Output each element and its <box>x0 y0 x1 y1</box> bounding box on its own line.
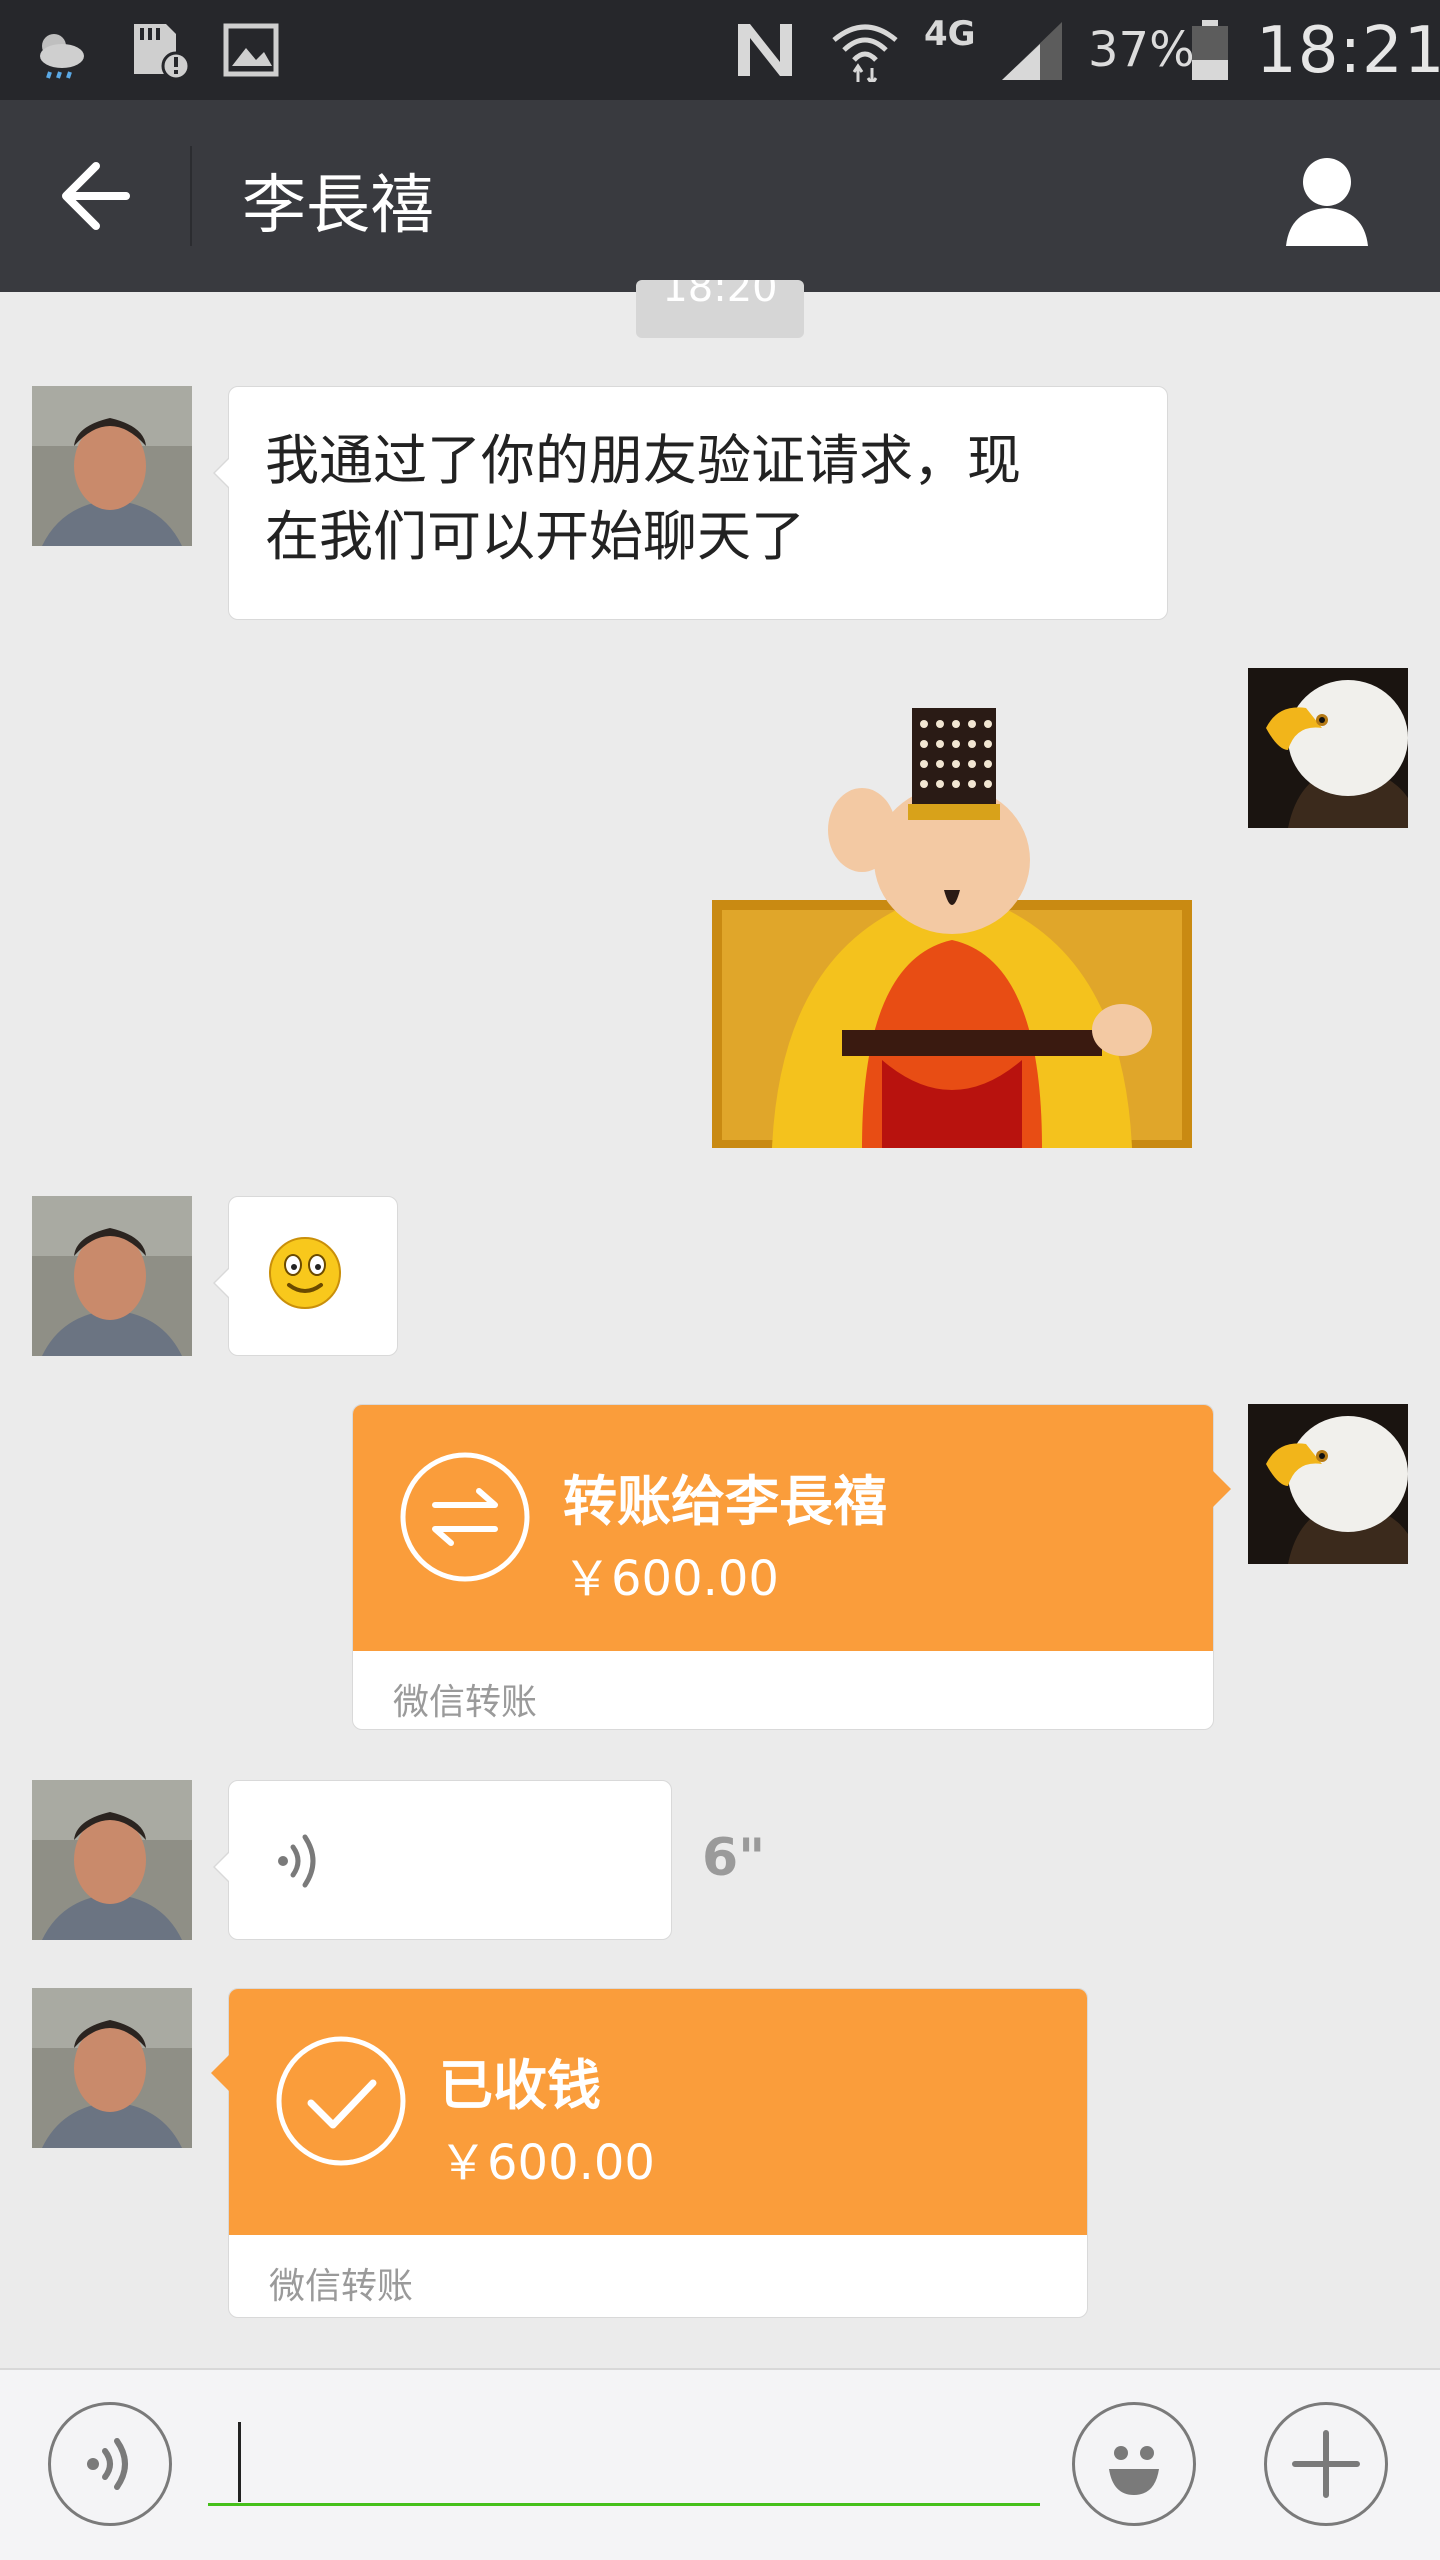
transfer-card-header: 转账给李長禧 ￥600.00 <box>353 1405 1213 1651</box>
message-text-line: 我通过了你的朋友验证请求，现 <box>265 429 1021 492</box>
contact-avatar[interactable] <box>32 1780 192 1940</box>
battery-icon <box>1192 20 1228 80</box>
transfer-title: 已收钱 <box>439 2054 601 2117</box>
transfer-arrows-icon <box>400 1452 530 1582</box>
voice-message-bubble[interactable] <box>213 1780 672 1940</box>
transfer-received-card[interactable]: 已收钱 ￥600.00 微信转账 <box>211 1988 1088 2318</box>
contact-avatar[interactable] <box>32 1196 192 1356</box>
voice-wave-icon <box>278 1834 316 1888</box>
transfer-title: 转账给李長禧 <box>563 1470 887 1533</box>
contact-avatar[interactable] <box>32 386 192 546</box>
nfc-icon <box>738 24 792 76</box>
title-bar: 李長禧 <box>0 100 1440 292</box>
my-avatar-eagle[interactable] <box>1248 668 1408 828</box>
network-type-label: 4G <box>924 14 976 54</box>
transfer-amount: ￥600.00 <box>563 1551 779 1607</box>
voice-icon <box>87 2438 128 2490</box>
bubble-tail <box>1213 1471 1231 1507</box>
cell-signal-icon <box>1002 22 1062 80</box>
chat-screen: 4G 37% 18:21 李長禧 18:20 我通过了你的朋友验证请求，现 在我… <box>0 0 1440 2560</box>
text-caret <box>238 2422 241 2502</box>
plus-icon <box>1292 2430 1360 2498</box>
weather-icon <box>40 34 84 79</box>
transfer-footer-label: 微信转账 <box>393 1682 538 1723</box>
text-message-bubble[interactable]: 我通过了你的朋友验证请求，现 在我们可以开始聊天了 <box>213 386 1168 620</box>
voice-input-button[interactable] <box>48 2402 172 2526</box>
voice-duration: 6" <box>702 1828 766 1888</box>
emoji-face-icon <box>1109 2446 1159 2495</box>
sd-card-alert-icon <box>134 24 190 81</box>
bubble-tail <box>211 2055 229 2091</box>
emoji-button[interactable] <box>1072 2402 1196 2526</box>
chat-title: 李長禧 <box>242 169 434 243</box>
more-plus-button[interactable] <box>1264 2402 1388 2526</box>
wifi-icon <box>832 24 898 82</box>
transfer-footer-label: 微信转账 <box>269 2266 414 2307</box>
title-divider <box>190 146 192 246</box>
message-text-line: 在我们可以开始聊天了 <box>265 505 805 568</box>
transfer-card-header: 已收钱 ￥600.00 <box>229 1989 1087 2235</box>
status-bar: 4G 37% 18:21 <box>0 0 1440 100</box>
back-arrow-icon[interactable] <box>40 144 152 248</box>
my-avatar-eagle[interactable] <box>1248 1404 1408 1564</box>
message-timestamp: 18:20 <box>636 280 804 338</box>
image-icon <box>223 23 279 77</box>
clock: 18:21 <box>1256 14 1440 88</box>
emoji-message-bubble[interactable] <box>213 1196 398 1356</box>
contact-profile-icon[interactable] <box>1272 146 1382 250</box>
message-input[interactable] <box>208 2410 1040 2506</box>
contact-avatar[interactable] <box>32 1988 192 2148</box>
check-circle-icon <box>276 2036 406 2166</box>
transfer-sent-card[interactable]: 转账给李長禧 ￥600.00 微信转账 <box>352 1404 1231 1730</box>
transfer-amount: ￥600.00 <box>439 2135 655 2191</box>
emperor-sticker[interactable] <box>712 700 1192 1148</box>
battery-percent: 37% <box>1088 22 1195 78</box>
smiley-emoji-icon <box>269 1237 341 1309</box>
timestamp-text: 18:20 <box>662 280 778 311</box>
input-bar <box>0 2368 1440 2560</box>
